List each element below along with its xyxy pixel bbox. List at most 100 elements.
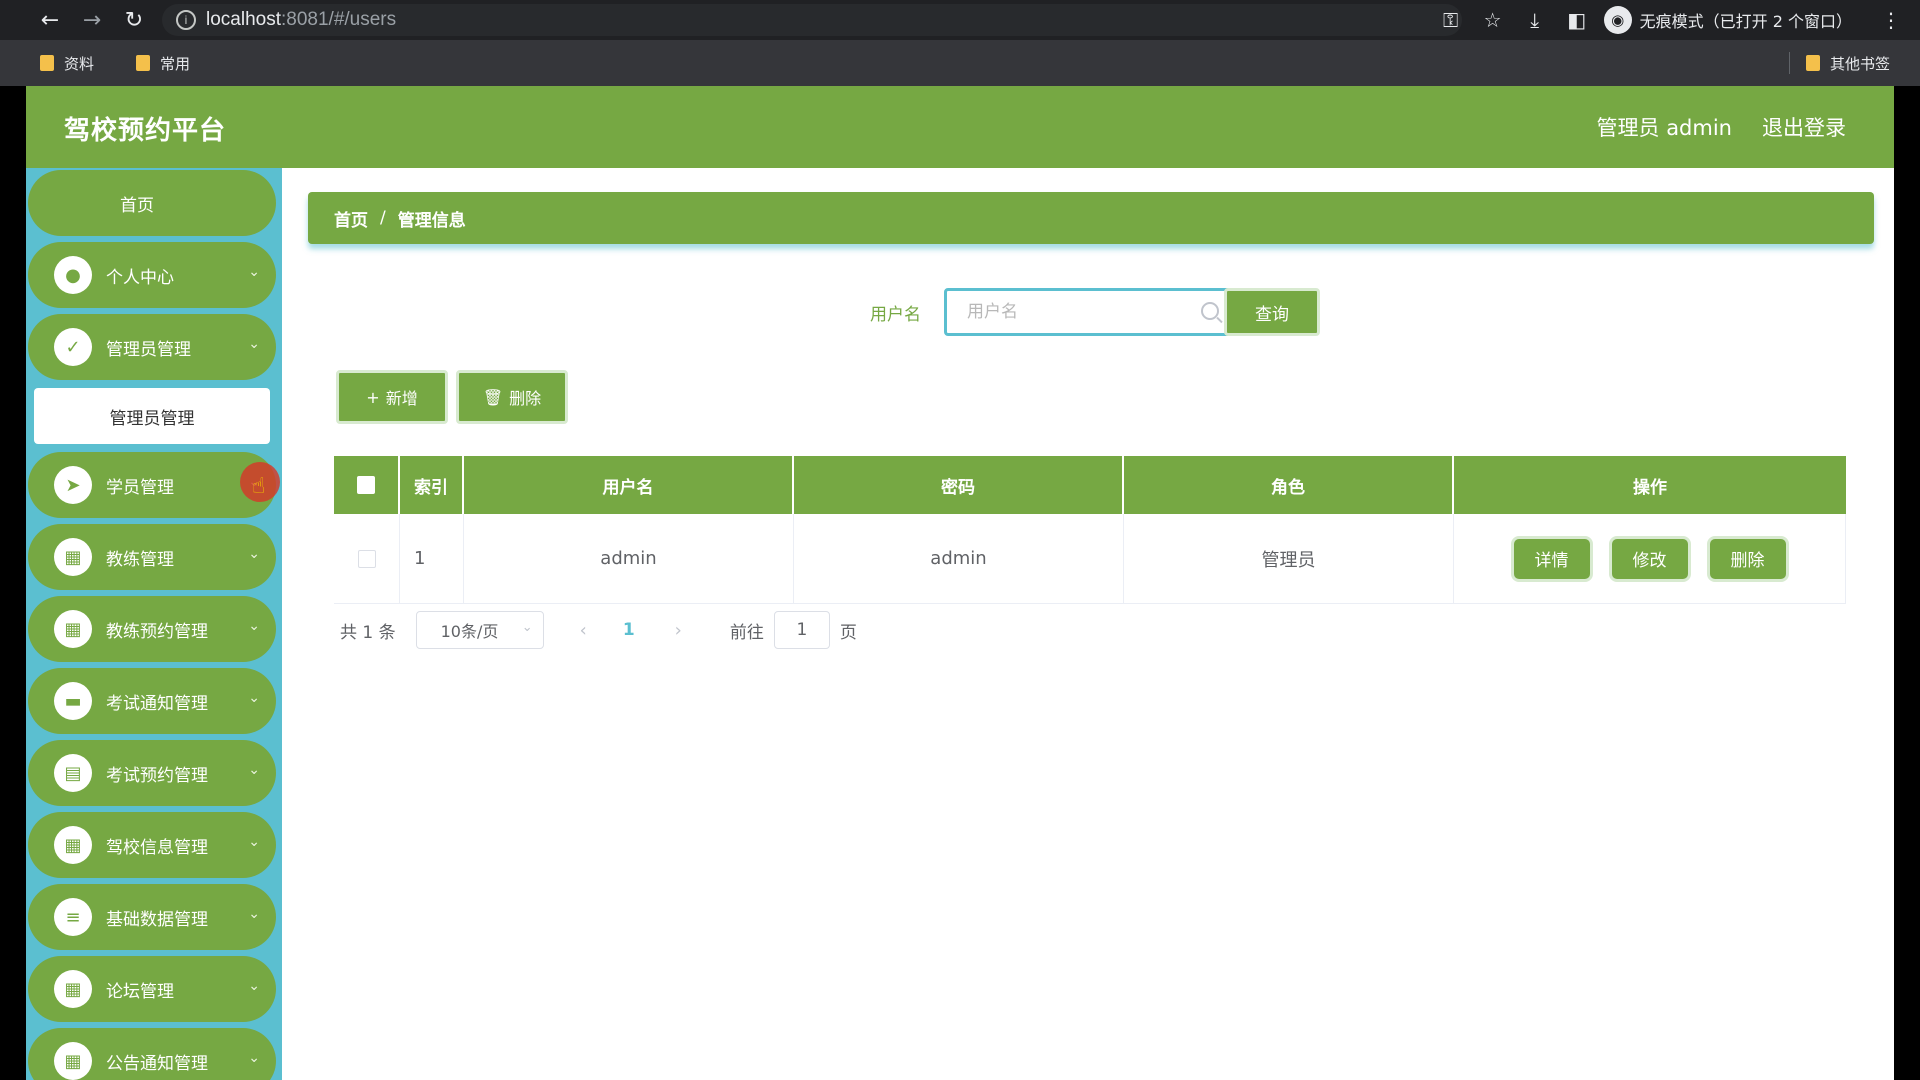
- sidebar-subitem-admin-management[interactable]: 管理员管理: [34, 388, 270, 444]
- sidebar-item-label: 教练管理: [106, 549, 174, 570]
- goto-label: 前往: [729, 622, 764, 643]
- prev-page-icon[interactable]: ‹: [580, 620, 587, 641]
- sidebar-item-label: 学员管理: [106, 477, 174, 498]
- goto-suffix: 页: [839, 622, 857, 643]
- grid-icon: ▦: [54, 826, 92, 864]
- column-header: 角色: [1124, 456, 1454, 514]
- username-search-input[interactable]: [947, 291, 1231, 333]
- chevron-down-icon: ⌄: [248, 336, 260, 352]
- sidebar-item-label: 管理员管理: [106, 339, 191, 360]
- column-header: 密码: [794, 456, 1124, 514]
- download-icon[interactable]: ⤓: [1514, 8, 1556, 32]
- sidebar-item-label: 基础数据管理: [106, 909, 208, 930]
- sidebar-item-forum[interactable]: ▦ 论坛管理 ⌄: [28, 956, 276, 1022]
- grid-icon: ▦: [54, 610, 92, 648]
- incognito-indicator[interactable]: ◉ 无痕模式（已打开 2 个窗口）: [1603, 6, 1852, 34]
- sidebar-item-exam-notice[interactable]: ▬ 考试通知管理 ⌄: [28, 668, 276, 734]
- chevron-down-icon: ⌄: [521, 620, 533, 635]
- bookmark-folder[interactable]: 常用: [136, 53, 190, 74]
- page-size-select[interactable]: 10条/页 ⌄: [415, 611, 544, 649]
- incognito-label: 无痕模式（已打开 2 个窗口）: [1639, 12, 1852, 31]
- brand-title: 驾校预约平台: [64, 116, 227, 146]
- star-icon[interactable]: ☆: [1472, 8, 1514, 32]
- key-icon[interactable]: ⚿: [1430, 8, 1472, 32]
- clipboard-check-icon: ✓: [54, 328, 92, 366]
- sidebar-item-label: 教练预约管理: [106, 621, 208, 642]
- sidebar-item-coach-booking[interactable]: ▦ 教练预约管理 ⌄: [28, 596, 276, 662]
- logout-link[interactable]: 退出登录: [1762, 112, 1846, 142]
- sidebar-item-exam-booking[interactable]: ▤ 考试预约管理 ⌄: [28, 740, 276, 806]
- breadcrumb-current: 管理信息: [397, 210, 466, 231]
- sidebar-item-announcement[interactable]: ▦ 公告通知管理 ⌄: [28, 1028, 276, 1080]
- sidebar: 首页 ● 个人中心 ⌄ ✓ 管理员管理 ⌄ 管理员管理 ➤ 学员管理 ⌄: [26, 168, 282, 1080]
- divider: [1788, 52, 1790, 74]
- forward-icon[interactable]: →: [72, 0, 112, 40]
- address-bar[interactable]: i localhost:8081/#/users: [162, 4, 1462, 36]
- chevron-down-icon: ⌄: [248, 834, 260, 850]
- back-icon[interactable]: ←: [30, 0, 70, 40]
- sidebar-item-coach-management[interactable]: ▦ 教练管理 ⌄: [28, 524, 276, 590]
- total-count: 共 1 条: [340, 622, 396, 643]
- reload-icon[interactable]: ↻: [114, 0, 154, 40]
- pagination: 共 1 条 10条/页 ⌄ ‹ 1 › 前往 1 页: [340, 610, 857, 650]
- sidebar-item-school-info[interactable]: ▦ 驾校信息管理 ⌄: [28, 812, 276, 878]
- browser-actions: ⚿ ☆ ⤓ ◧ ◉ 无痕模式（已打开 2 个窗口） ⋮: [1430, 0, 1920, 40]
- search-icon: [1201, 302, 1219, 320]
- select-all-checkbox[interactable]: [357, 476, 375, 494]
- url-host: localhost: [206, 9, 281, 30]
- cell-password: admin: [794, 514, 1124, 603]
- column-header: 用户名: [464, 456, 794, 514]
- folder-icon: [1805, 55, 1820, 71]
- sidebar-item-label: 公告通知管理: [106, 1053, 208, 1074]
- bookmark-folder[interactable]: 资料: [40, 53, 94, 74]
- sidebar-item-admin-management[interactable]: ✓ 管理员管理 ⌄: [28, 314, 276, 380]
- folder-icon: [40, 55, 54, 71]
- current-page-number[interactable]: 1: [623, 620, 635, 640]
- sidepanel-icon[interactable]: ◧: [1556, 8, 1598, 32]
- sliders-icon: ≡: [54, 898, 92, 936]
- query-button[interactable]: 查询: [1224, 288, 1320, 336]
- other-bookmarks-label: 其他书签: [1829, 54, 1890, 73]
- sidebar-item-home[interactable]: 首页: [28, 170, 276, 236]
- sidebar-subitem-label: 管理员管理: [109, 408, 195, 429]
- cell-role: 管理员: [1124, 514, 1454, 603]
- bulk-delete-label: 删除: [509, 389, 542, 408]
- bookmark-label: 资料: [64, 54, 95, 73]
- bookmarks-bar: 资料 常用 其他书签: [0, 40, 1920, 86]
- row-checkbox[interactable]: [357, 549, 376, 568]
- next-page-icon[interactable]: ›: [675, 620, 682, 641]
- goto-page-input[interactable]: 1: [773, 611, 830, 649]
- sidebar-item-base-data[interactable]: ≡ 基础数据管理 ⌄: [28, 884, 276, 950]
- search-label: 用户名: [870, 305, 921, 325]
- search-field[interactable]: [944, 288, 1234, 336]
- add-button[interactable]: + 新增: [336, 370, 448, 424]
- details-button[interactable]: 详情: [1510, 535, 1593, 582]
- chevron-down-icon: ⌄: [248, 906, 260, 922]
- user-icon: ●: [54, 256, 92, 294]
- cell-username: admin: [464, 514, 794, 603]
- chevron-down-icon: ⌄: [248, 618, 260, 634]
- cell-index: 1: [400, 514, 464, 603]
- column-header: 索引: [400, 456, 464, 514]
- sidebar-item-personal-center[interactable]: ● 个人中心 ⌄: [28, 242, 276, 308]
- chevron-down-icon: ⌄: [248, 978, 260, 994]
- screen: ← → ↻ i localhost:8081/#/users ⚿ ☆ ⤓ ◧ ◉…: [0, 0, 1920, 1080]
- breadcrumb: 首页 / 管理信息: [308, 192, 1874, 244]
- admin-user-label: 管理员 admin: [1596, 116, 1732, 140]
- bulk-delete-button[interactable]: 🗑 删除: [456, 370, 568, 424]
- edit-button[interactable]: 修改: [1608, 535, 1691, 582]
- other-bookmarks[interactable]: 其他书签: [1788, 40, 1890, 86]
- sidebar-item-label: 考试预约管理: [106, 765, 208, 786]
- sidebar-item-student-management[interactable]: ➤ 学员管理 ⌄: [28, 452, 276, 518]
- site-info-icon[interactable]: i: [176, 10, 196, 30]
- grid-icon: ▦: [54, 538, 92, 576]
- app-header: 驾校预约平台 管理员 admin 退出登录: [26, 86, 1894, 168]
- menu-dots-icon[interactable]: ⋮: [1870, 8, 1912, 32]
- delete-button[interactable]: 删除: [1706, 535, 1789, 582]
- table-row: 1 admin admin 管理员 详情 修改 删除: [334, 514, 1846, 604]
- breadcrumb-home[interactable]: 首页: [334, 206, 368, 231]
- grid-icon: ▦: [54, 970, 92, 1008]
- folder-icon: [136, 55, 151, 71]
- chevron-down-icon: ⌄: [248, 264, 260, 280]
- app: 驾校预约平台 管理员 admin 退出登录 首页 ● 个人中心 ⌄ ✓ 管理员管…: [26, 86, 1894, 1080]
